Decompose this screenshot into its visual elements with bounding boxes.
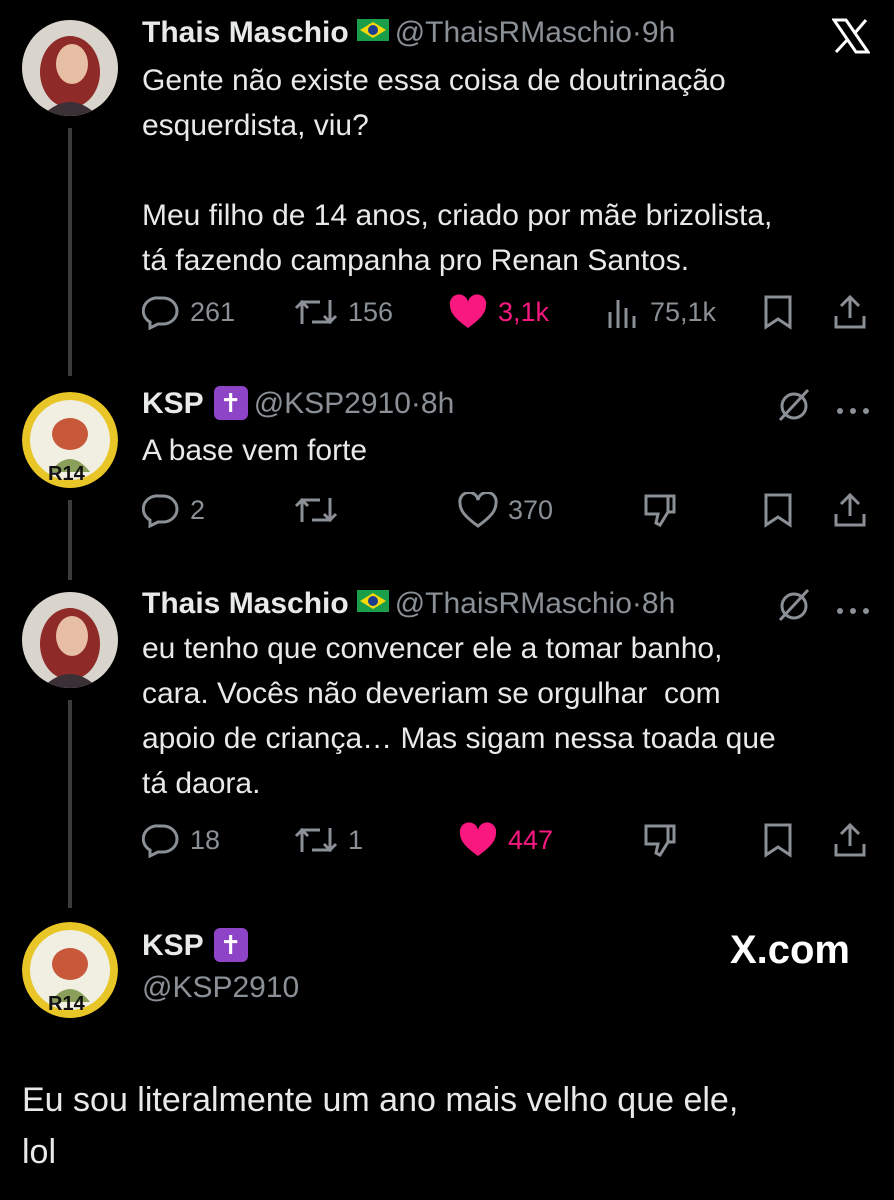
x-logo-icon	[831, 18, 871, 59]
views-icon	[608, 300, 636, 328]
share-icon	[834, 492, 866, 527]
dislike-icon	[644, 494, 676, 527]
tweet-time[interactable]: 8h	[642, 587, 675, 620]
brazil-flag-icon	[356, 585, 389, 621]
tweet-actions: 261 156 3,1k 75,1k	[142, 292, 882, 332]
share-button[interactable]	[832, 820, 868, 860]
avatar-thais[interactable]	[22, 592, 118, 688]
like-count: 3,1k	[498, 296, 550, 327]
repost-button[interactable]: 156	[294, 292, 393, 332]
avatar-thais[interactable]	[22, 20, 118, 116]
reply-count: 261	[190, 296, 236, 327]
avatar-ksp[interactable]: R14	[22, 392, 118, 488]
author-name[interactable]: Thais Maschio	[142, 587, 349, 620]
reply-icon	[142, 494, 179, 528]
dislike-button[interactable]	[642, 490, 678, 530]
tweet-text: eu tenho que convencer ele a tomar banho…	[142, 632, 776, 800]
thread-line	[68, 700, 72, 908]
reply-button[interactable]: 18	[142, 820, 220, 860]
like-button[interactable]: 447	[458, 820, 553, 860]
reply-button[interactable]: 2	[142, 490, 205, 530]
bookmark-icon	[764, 493, 792, 528]
view-count: 75,1k	[650, 296, 717, 327]
repost-count: 1	[348, 824, 364, 855]
author-handle[interactable]: @KSP2910	[142, 971, 299, 1004]
svg-text:R14: R14	[48, 463, 86, 485]
tweet-time[interactable]: 8h	[421, 387, 454, 420]
heart-icon	[458, 492, 498, 528]
views-button[interactable]: 75,1k	[606, 292, 716, 332]
like-count: 370	[508, 494, 554, 525]
cross-badge-icon: ✝	[213, 386, 248, 421]
repost-icon	[294, 827, 338, 853]
thread-line	[68, 500, 72, 580]
final-author-name: KSP ✝	[142, 928, 254, 966]
author-handle[interactable]: @ThaisRMaschio	[395, 587, 632, 620]
thread-line	[68, 128, 72, 376]
author-handle[interactable]: @ThaisRMaschio	[395, 16, 632, 49]
repost-count: 156	[348, 296, 394, 327]
reply-count: 2	[190, 494, 206, 525]
grok-icon[interactable]	[776, 386, 812, 429]
reply-icon	[142, 824, 179, 858]
bookmark-icon	[764, 823, 792, 858]
share-icon	[834, 294, 866, 329]
author-name[interactable]: Thais Maschio	[142, 16, 349, 49]
tweet-header: KSP ✝ @KSP2910·8h	[142, 386, 455, 421]
share-button[interactable]	[832, 292, 868, 332]
like-count: 447	[508, 824, 554, 855]
repost-icon	[294, 299, 338, 325]
author-name[interactable]: KSP	[142, 929, 204, 962]
bookmark-button[interactable]	[760, 820, 796, 860]
tweet-text: A base vem forte	[142, 434, 368, 467]
dislike-button[interactable]	[642, 820, 678, 860]
more-icon[interactable]	[836, 602, 870, 620]
tweet-text: Gente não existe essa coisa de doutrinaç…	[142, 64, 773, 277]
repost-button[interactable]: 1	[294, 820, 363, 860]
repost-icon	[294, 497, 338, 523]
like-button[interactable]: 3,1k	[448, 292, 549, 332]
like-button[interactable]: 370	[458, 490, 553, 530]
grok-icon[interactable]	[776, 586, 812, 629]
dislike-icon	[644, 824, 676, 857]
cross-badge-icon: ✝	[213, 928, 248, 963]
final-author-handle: @KSP2910	[142, 970, 299, 1006]
reply-button[interactable]: 261	[142, 292, 235, 332]
tweet-actions: 2 370	[142, 490, 882, 530]
author-handle[interactable]: @KSP2910	[254, 387, 411, 420]
tweet-header: Thais Maschio @ThaisRMaschio·9h	[142, 14, 676, 50]
heart-icon	[459, 822, 497, 856]
x-com-logo: X.com	[729, 928, 850, 972]
reply-count: 18	[190, 824, 221, 855]
share-button[interactable]	[832, 490, 868, 530]
final-tweet-text: Eu sou literalmente um ano mais velho qu…	[22, 1081, 739, 1171]
tweet-header: Thais Maschio @ThaisRMaschio·8h	[142, 585, 676, 621]
brazil-flag-icon	[356, 14, 389, 50]
repost-button[interactable]	[294, 490, 338, 530]
bookmark-button[interactable]	[760, 490, 796, 530]
tweet-actions: 18 1 447	[142, 820, 882, 860]
author-name[interactable]: KSP	[142, 387, 204, 420]
heart-icon	[449, 294, 487, 328]
bookmark-button[interactable]	[760, 292, 796, 332]
tweet-time[interactable]: 9h	[642, 16, 675, 49]
reply-icon	[142, 296, 179, 330]
svg-text:R14: R14	[48, 993, 86, 1015]
more-icon[interactable]	[836, 402, 870, 420]
share-icon	[834, 822, 866, 857]
avatar-ksp[interactable]: R14	[22, 922, 118, 1018]
bookmark-icon	[764, 295, 792, 330]
